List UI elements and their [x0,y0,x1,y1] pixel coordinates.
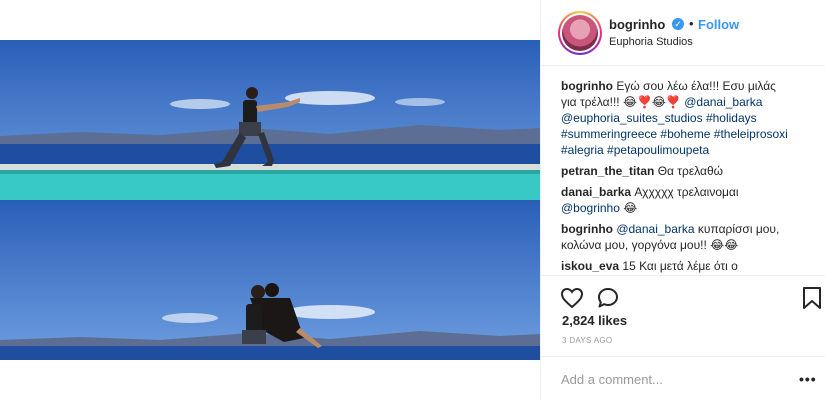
instagram-post-view: bogrinho ✓ • Follow Euphoria Studios bog… [0,0,825,400]
comment-username[interactable]: bogrinho [561,222,613,236]
caption-hashtag[interactable]: #summeringreece [561,127,657,141]
post-location[interactable]: Euphoria Studios [609,36,693,48]
heart-icon[interactable] [560,286,584,310]
caption-line5-wrap: #alegria #petapoulimoupeta [561,142,813,158]
caption-hashtag[interactable]: #holidays [706,111,757,125]
comment-text: Αχχχχχ τρελαινομαι [634,185,739,199]
caption-comment: bogrinho Εγώ σου λέω έλα!!! Εσυ μιλάς γι… [561,78,813,158]
caption-hashtag[interactable]: #petapoulimoupeta [607,143,709,157]
caption-username[interactable]: bogrinho [561,79,613,93]
caption-line2-wrap: για τρέλα!!! 😂❣️😂❣️ @danai_barka [561,94,813,110]
author-username[interactable]: bogrinho [609,17,665,32]
comment-text: Θα τρελαθώ [657,164,724,178]
post-timestamp: 3 DAYS AGO [562,336,613,345]
post-header: bogrinho ✓ • Follow Euphoria Studios [541,0,825,66]
caption-hashtag[interactable]: #alegria [561,143,604,157]
comment-emoji: 😂 [623,201,638,215]
post-photo[interactable] [0,40,540,360]
caption-line3-wrap: @euphoria_suites_studios #holidays [561,110,813,126]
list-item: iskou_eva 15 Και μετά λέμε ότι ο [561,258,813,273]
verified-badge-icon: ✓ [672,18,684,30]
post-actions [541,275,825,315]
bookmark-icon[interactable] [800,286,824,310]
caption-text-line1: Εγώ σου λέω έλα!!! Εσυ μιλάς [616,79,776,93]
caption-mention[interactable]: @euphoria_suites_studios [561,111,703,125]
caption-hashtag[interactable]: #theleiprosoxi [714,127,788,141]
comment-mention[interactable]: @bogrinho [561,201,620,215]
caption-text-line2: για τρέλα!!! 😂❣️😂❣️ [561,95,681,109]
add-comment-input[interactable] [561,370,781,388]
separator-dot: • [689,16,694,31]
comments-list[interactable]: bogrinho Εγώ σου λέω έλα!!! Εσυ μιλάς γι… [561,78,813,273]
avatar-ring [560,13,600,53]
comment-username[interactable]: iskou_eva [561,259,619,273]
more-options-icon[interactable]: ••• [799,371,817,387]
photo-frame-bottom [0,200,540,360]
comment-username[interactable]: danai_barka [561,185,631,199]
comment-text: κυπαρίσσι μου, [697,222,780,236]
avatar[interactable] [558,11,602,55]
photo-frame-top [0,40,540,200]
list-item: petran_the_titan Θα τρελαθώ [561,163,813,179]
comment-mention[interactable]: @danai_barka [616,222,694,236]
post-side-panel: bogrinho ✓ • Follow Euphoria Studios bog… [540,0,825,400]
likes-count[interactable]: 2,824 likes [562,313,627,328]
post-media-panel [0,0,540,400]
add-comment-bar: ••• [541,356,825,400]
caption-hashtag[interactable]: #boheme [660,127,710,141]
avatar-image [562,15,598,51]
comment-text-line2: κολώνα μου, γοργόνα μου!! 😂😂 [561,238,739,252]
comment-username[interactable]: petran_the_titan [561,164,654,178]
caption-line4-wrap: #summeringreece #boheme #theleiprosoxi [561,126,813,142]
comment-bubble-icon[interactable] [596,286,620,310]
follow-button[interactable]: Follow [698,17,739,32]
caption-mention[interactable]: @danai_barka [684,95,762,109]
list-item: bogrinho @danai_barka κυπαρίσσι μου, κολ… [561,221,813,253]
list-item: danai_barka Αχχχχχ τρελαινομαι @bogrinho… [561,184,813,216]
comment-line2-wrap: @bogrinho 😂 [561,200,813,216]
comment-text: 15 Και μετά λέμε ότι ο [622,259,738,273]
